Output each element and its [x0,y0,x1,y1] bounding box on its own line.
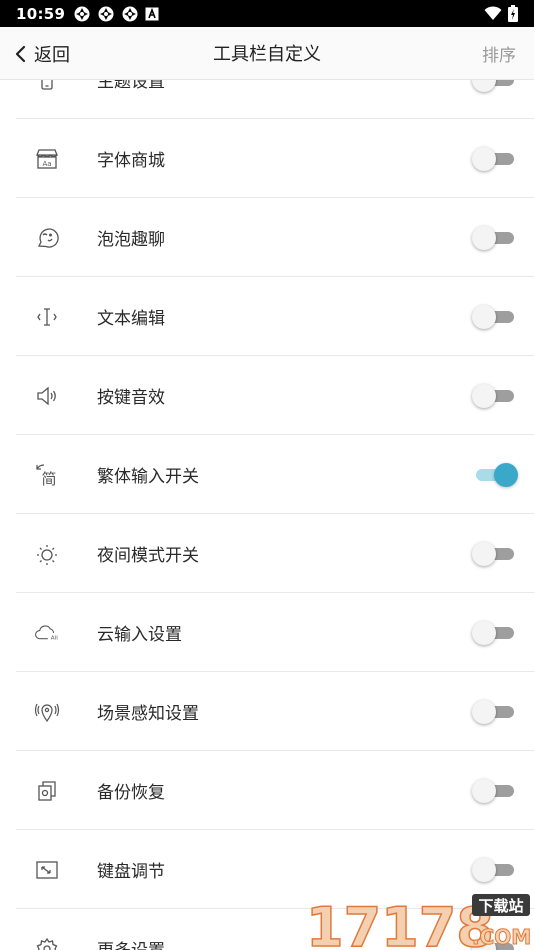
backup-icon [34,778,60,804]
svg-text:All: All [51,635,58,641]
gear-icon [34,936,60,950]
list-item-label: 云输入设置 [97,625,182,645]
list-item-label: 场景感知设置 [97,704,199,724]
wifi-icon [484,6,502,20]
app-notification-icon [74,6,90,21]
cloud-icon: All [34,620,60,646]
list-item-key-sound[interactable]: 按键音效 [0,356,534,435]
watermark-badge: 下载站 [478,897,523,915]
keyboard-notification-icon [145,7,159,20]
list-item-backup-restore[interactable]: 备份恢复 [0,751,534,830]
list-item-label: 文本编辑 [97,309,165,329]
list-item-font-store[interactable]: Aa 字体商城 [0,119,534,198]
watermark-logo: 17178 下载站 .COM [304,888,534,950]
list-item-label: 繁体输入开关 [97,467,199,487]
toggle-switch[interactable] [472,857,518,882]
list-item-bubble-chat[interactable]: 泡泡趣聊 [0,198,534,277]
list-item-label: 按键音效 [97,388,165,408]
watermark-domain: .COM [472,925,531,949]
sort-button[interactable]: 排序 [482,41,516,66]
list-item-label: 键盘调节 [97,862,165,882]
list-item-label: 字体商城 [97,151,165,171]
svg-text:简: 简 [41,470,56,487]
battery-icon [508,5,518,22]
location-signal-icon [34,699,60,725]
back-label: 返回 [34,44,70,66]
list-item-scene-awareness[interactable]: 场景感知设置 [0,672,534,751]
app-notification-icon [98,6,114,21]
sun-icon [34,541,60,567]
chevron-left-icon [15,45,26,62]
toggle-switch[interactable] [472,383,518,408]
list-item-label: 更多设置 [97,936,165,950]
status-notification-icons [73,5,159,23]
list-item-label: 备份恢复 [97,783,165,803]
text-cursor-icon [34,304,60,330]
toggle-switch[interactable] [472,541,518,566]
list-item-cloud-input[interactable]: All 云输入设置 [0,593,534,672]
toggle-switch[interactable] [472,462,518,487]
toggle-switch[interactable] [472,778,518,803]
watermark-number: 17178 [306,896,494,950]
toggle-switch[interactable] [472,699,518,724]
status-bar: 10:59 [0,0,534,27]
resize-icon [34,857,60,883]
list-item-label: 夜间模式开关 [97,546,199,566]
back-button[interactable]: 返回 [14,27,70,80]
app-notification-icon [122,6,138,21]
status-time: 10:59 [16,4,66,23]
page-title: 工具栏自定义 [213,44,321,65]
speaker-icon [34,383,60,409]
toolbar-settings-list[interactable]: 主题设置 Aa 字体商城 泡泡趣聊 文本编辑 按键音效 简 繁体输入开关 夜间模… [0,40,534,950]
list-item-text-edit[interactable]: 文本编辑 [0,277,534,356]
toggle-switch[interactable] [472,304,518,329]
traditional-chinese-icon: 简 [34,462,60,488]
toggle-switch[interactable] [472,146,518,171]
list-item-label: 泡泡趣聊 [97,230,165,250]
toggle-switch[interactable] [472,620,518,645]
list-item-night-mode[interactable]: 夜间模式开关 [0,514,534,593]
svg-text:Aa: Aa [42,160,51,168]
bubble-face-icon [34,225,60,251]
navigation-bar: 返回 工具栏自定义 排序 [0,27,534,80]
toggle-switch[interactable] [472,225,518,250]
list-item-traditional-chinese[interactable]: 简 繁体输入开关 [0,435,534,514]
store-icon: Aa [34,146,60,172]
